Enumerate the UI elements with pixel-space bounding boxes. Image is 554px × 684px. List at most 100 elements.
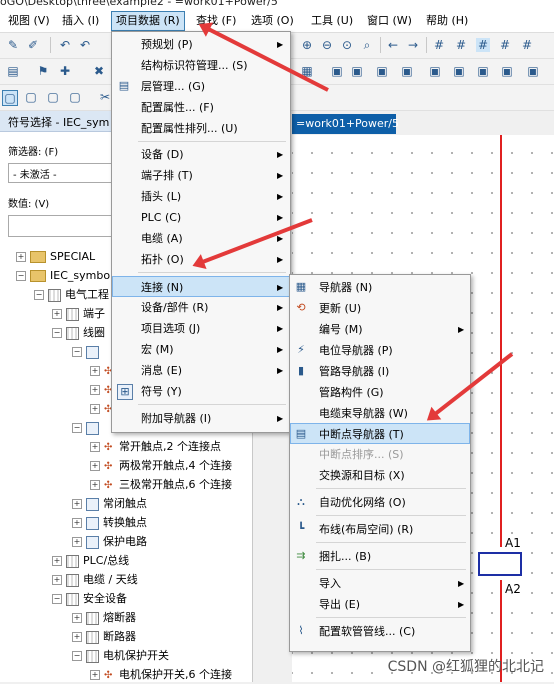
tree-item-no-contact-2[interactable]: + ✣ 常开触点,2 个连接点 [90,438,221,456]
expand-icon[interactable]: + [90,480,100,490]
select-a-icon[interactable]: ▢ [2,90,18,106]
menu-item-project-options[interactable]: 项目选项 (J) ▶ [112,318,290,339]
menu-item-plc[interactable]: PLC (C) ▶ [112,207,290,228]
grid-b-icon[interactable]: # [454,38,468,52]
menu-help[interactable]: 帮助 (H) [422,12,472,30]
expand-icon[interactable]: + [72,613,82,623]
grid-a-icon[interactable]: # [432,38,446,52]
menu-item-connection[interactable]: 连接 (N) ▶ [112,276,290,297]
tree-item-sub[interactable]: − [72,419,103,437]
submenu-item-numbering[interactable]: 编号 (M) ▶ [290,319,470,340]
submenu-item-update[interactable]: ⟲ 更新 (U) [290,298,470,319]
menu-item-plug[interactable]: 插头 (L) ▶ [112,186,290,207]
arrow-left-icon[interactable]: ← [386,38,400,52]
submenu-item-routing[interactable]: ┗ 布线(布局空间) (R) [290,519,470,540]
tree-item-changeover[interactable]: + 转换触点 [72,514,147,532]
expand-icon[interactable]: + [90,670,100,680]
tool-icon[interactable]: ✂ [98,90,112,104]
menu-item-pre-planning[interactable]: 预规划 (P) ▶ [112,34,290,55]
expand-icon[interactable]: + [72,632,82,642]
arrow-right-icon[interactable]: → [406,38,420,52]
coil-symbol[interactable] [478,552,522,576]
expand-icon[interactable]: + [90,442,100,452]
expand-icon[interactable]: + [72,499,82,509]
grid-d-icon[interactable]: # [498,38,512,52]
collapse-icon[interactable]: − [52,328,62,338]
expand-icon[interactable]: + [72,537,82,547]
zoom-in-icon[interactable]: ⊕ [300,38,314,52]
tree-item-sub[interactable]: − [72,343,103,361]
submenu-item-configure-hose[interactable]: ⌇ 配置软管管线... (C) [290,621,470,642]
document-tab[interactable]: =work01+Power/5 [292,114,399,134]
menu-project-data[interactable]: 项目数据 (R) [111,11,185,31]
grid-c-icon[interactable]: # [476,38,490,52]
tree-item-protection[interactable]: + 保护电路 [72,533,147,551]
submenu-item-import[interactable]: 导入 ▶ [290,573,470,594]
symbol-i-icon[interactable]: ▣ [526,64,540,78]
expand-icon[interactable]: + [90,404,100,414]
submenu-item-navigator[interactable]: ▦ 导航器 (N) [290,277,470,298]
page-icon[interactable]: ▤ [6,64,20,78]
symbol-d-icon[interactable]: ▣ [400,64,414,78]
menu-item-devices[interactable]: 设备 (D) ▶ [112,144,290,165]
zoom-fit-icon[interactable]: ⌕ [360,38,374,52]
tree-item-motor-protection-6[interactable]: + ✣ 电机保护开关,6 个连接 [90,666,232,684]
tree-item-coil[interactable]: − 线圈 [52,324,105,342]
collapse-icon[interactable]: − [72,423,82,433]
pin-icon[interactable]: ✚ [58,64,72,78]
menu-window[interactable]: 窗口 (W) [363,12,416,30]
tree-item-cable[interactable]: + 电缆 / 天线 [52,571,138,589]
menu-item-config-properties[interactable]: 配置属性... (F) [112,97,290,118]
flag-icon[interactable]: ⚑ [36,64,50,78]
tree-item-motor-protection[interactable]: − 电机保护开关 [72,647,169,665]
expand-icon[interactable]: + [52,309,62,319]
expand-icon[interactable]: + [16,252,26,262]
submenu-item-interruption-navigator[interactable]: ▤ 中断点导航器 (T) [290,423,470,444]
symbol-h-icon[interactable]: ▣ [500,64,514,78]
submenu-item-potential-navigator[interactable]: ⚡ 电位导航器 (P) [290,340,470,361]
submenu-item-swap-source-target[interactable]: 交换源和目标 (X) [290,465,470,486]
menu-item-macro[interactable]: 宏 (M) ▶ [112,339,290,360]
menu-item-config-arrangement[interactable]: 配置属性排列... (U) [112,118,290,139]
tree-item-safety[interactable]: − 安全设备 [52,590,127,608]
expand-icon[interactable]: + [52,556,62,566]
submenu-item-pipe-navigator[interactable]: ▮ 管路导航器 (I) [290,361,470,382]
tree-item-nc-contact[interactable]: + 常闭触点 [72,495,147,513]
symbol-c-icon[interactable]: ▣ [375,64,389,78]
submenu-item-pipe-component[interactable]: 管路构件 (G) [290,382,470,403]
menu-item-symbol[interactable]: ⊞ 符号 (Y) [112,381,290,402]
symbol-a-icon[interactable]: ▣ [330,64,344,78]
tree-item-no-contact-4[interactable]: + ✣ 两极常开触点,4 个连接 [90,457,232,475]
symbol-e-icon[interactable]: ▣ [428,64,442,78]
expand-icon[interactable]: + [90,461,100,471]
menu-item-layer-management[interactable]: ▤ 层管理... (G) [112,76,290,97]
tree-item-terminal[interactable]: + 端子 [52,305,105,323]
tree-item-special[interactable]: + SPECIAL [16,248,95,266]
expand-icon[interactable]: + [52,575,62,585]
collapse-icon[interactable]: − [34,290,44,300]
submenu-item-auto-optimize[interactable]: ⛬ 自动优化网络 (O) [290,492,470,513]
collapse-icon[interactable]: − [72,651,82,661]
brush-icon[interactable]: ✎ [6,38,20,52]
menu-options[interactable]: 选项 (O) [247,12,298,30]
menu-item-terminal-strip[interactable]: 端子排 (T) ▶ [112,165,290,186]
delete-page-icon[interactable]: ✖ [92,64,106,78]
select-c-icon[interactable]: ▢ [46,90,60,104]
submenu-item-bundle[interactable]: ⇉ 捆扎... (B) [290,546,470,567]
menu-view[interactable]: 视图 (V) [4,12,54,30]
collapse-icon[interactable]: − [16,271,26,281]
menu-item-messages[interactable]: 消息 (E) ▶ [112,360,290,381]
expand-icon[interactable]: + [90,385,100,395]
expand-icon[interactable]: + [72,518,82,528]
tree-item-breaker[interactable]: + 断路器 [72,628,136,646]
tree-item-electrical[interactable]: − 电气工程 [34,286,109,304]
submenu-item-export[interactable]: 导出 (E) ▶ [290,594,470,615]
select-d-icon[interactable]: ▢ [68,90,82,104]
undo-all-icon[interactable]: ↶ [78,38,92,52]
grid-e-icon[interactable]: # [520,38,534,52]
tree-item-fuse[interactable]: + 熔断器 [72,609,136,627]
expand-icon[interactable]: + [90,366,100,376]
tree-item-no-contact-6[interactable]: + ✣ 三极常开触点,6 个连接 [90,476,232,494]
menu-item-device-part[interactable]: 设备/部件 (R) ▶ [112,297,290,318]
collapse-icon[interactable]: − [72,347,82,357]
